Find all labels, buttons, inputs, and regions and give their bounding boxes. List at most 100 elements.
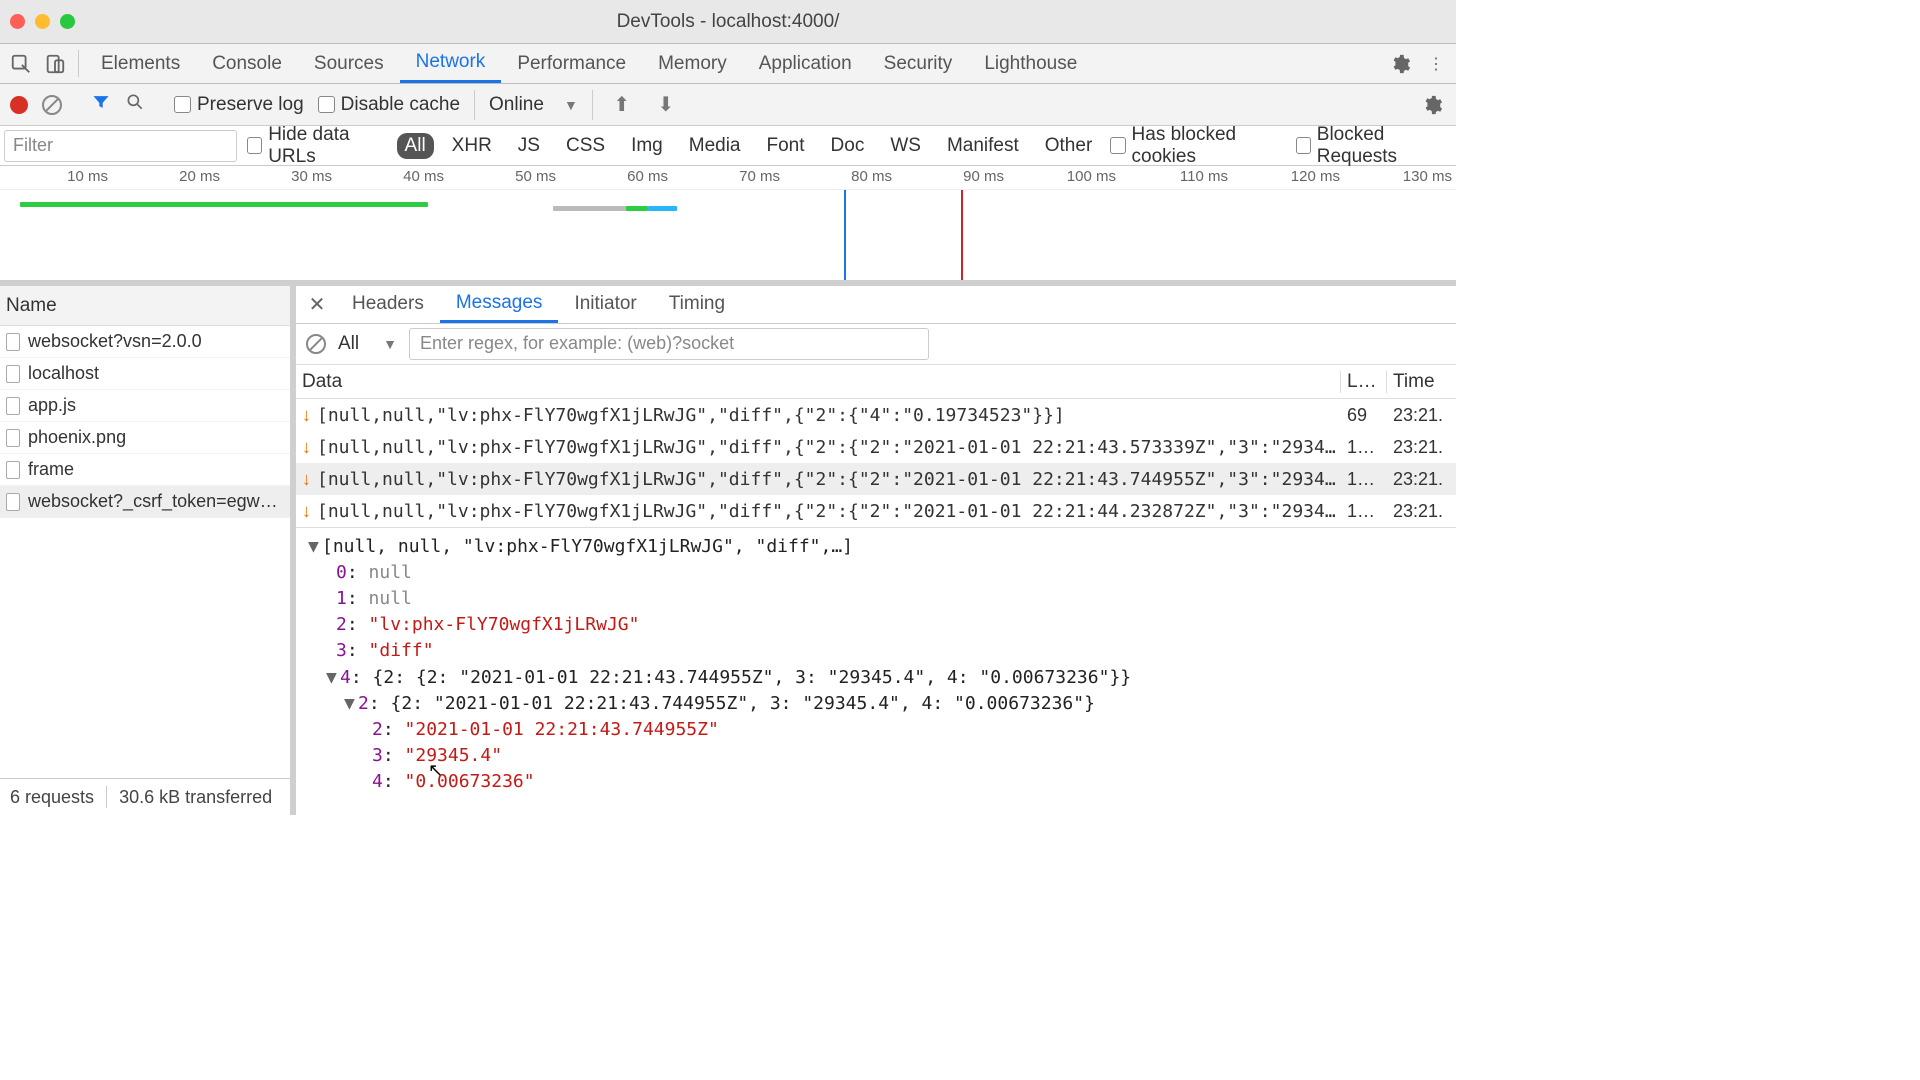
tab-performance[interactable]: Performance xyxy=(501,44,642,83)
filter-type-manifest[interactable]: Manifest xyxy=(939,133,1027,159)
timeline-tick: 120 ms xyxy=(1232,166,1344,189)
filter-type-ws[interactable]: WS xyxy=(882,133,929,159)
file-icon xyxy=(6,397,20,415)
length-column-header[interactable]: L… xyxy=(1340,371,1386,393)
filter-type-doc[interactable]: Doc xyxy=(823,133,873,159)
message-preview-tree[interactable]: ▼[null, null, "lv:phx-FlY70wgfX1jLRwJG",… xyxy=(296,527,1456,815)
more-icon[interactable]: ⋮ xyxy=(1422,50,1450,78)
request-row[interactable]: websocket?vsn=2.0.0 xyxy=(0,326,290,358)
main-tabbar: ElementsConsoleSourcesNetworkPerformance… xyxy=(0,44,1456,84)
filter-type-font[interactable]: Font xyxy=(759,133,813,159)
request-list-header[interactable]: Name xyxy=(0,286,290,326)
name-column-header: Name xyxy=(6,295,57,317)
message-length: 69 xyxy=(1340,405,1386,426)
filter-type-all[interactable]: All xyxy=(397,133,434,159)
status-transferred: 30.6 kB transferred xyxy=(119,787,272,808)
filter-type-media[interactable]: Media xyxy=(681,133,749,159)
close-detail-icon[interactable]: ✕ xyxy=(300,286,334,323)
search-icon[interactable] xyxy=(125,92,145,117)
time-column-header[interactable]: Time xyxy=(1386,371,1456,393)
inspect-element-icon[interactable] xyxy=(4,44,38,83)
request-name: frame xyxy=(28,459,74,480)
tab-lighthouse[interactable]: Lighthouse xyxy=(968,44,1093,83)
timeline-tick: 50 ms xyxy=(448,166,560,189)
request-row[interactable]: app.js xyxy=(0,390,290,422)
detail-tab-timing[interactable]: Timing xyxy=(653,286,741,323)
filter-input[interactable]: Filter xyxy=(4,130,237,162)
message-data: [null,null,"lv:phx-FlY70wgfX1jLRwJG","di… xyxy=(317,405,1340,426)
timeline-tick: 10 ms xyxy=(0,166,112,189)
tab-memory[interactable]: Memory xyxy=(642,44,743,83)
detail-tab-messages[interactable]: Messages xyxy=(440,286,559,323)
filter-type-js[interactable]: JS xyxy=(510,133,548,159)
record-button[interactable] xyxy=(10,96,28,114)
message-type-filter-value: All xyxy=(338,333,359,355)
request-name: websocket?_csrf_token=egw… xyxy=(28,491,278,512)
upload-har-icon[interactable]: ⬆ xyxy=(607,90,637,120)
message-length: 1… xyxy=(1340,501,1386,522)
tab-elements[interactable]: Elements xyxy=(85,44,196,83)
disable-cache-checkbox[interactable]: Disable cache xyxy=(318,94,460,116)
detail-tab-initiator[interactable]: Initiator xyxy=(558,286,652,323)
settings-icon[interactable] xyxy=(1386,50,1414,78)
file-icon xyxy=(6,333,20,351)
tab-application[interactable]: Application xyxy=(743,44,868,83)
blocked-requests-checkbox[interactable]: Blocked Requests xyxy=(1296,124,1452,168)
request-row[interactable]: websocket?_csrf_token=egw… xyxy=(0,486,290,518)
message-row[interactable]: ↓[null,null,"lv:phx-FlY70wgfX1jLRwJG","d… xyxy=(296,495,1456,527)
detail-tab-headers[interactable]: Headers xyxy=(336,286,440,323)
message-row[interactable]: ↓[null,null,"lv:phx-FlY70wgfX1jLRwJG","d… xyxy=(296,399,1456,431)
request-row[interactable]: frame xyxy=(0,454,290,486)
detail-pane: ✕ HeadersMessagesInitiatorTiming All ▼ E… xyxy=(296,286,1456,815)
request-name: localhost xyxy=(28,363,99,384)
checkbox-icon xyxy=(174,96,191,113)
request-row[interactable]: phoenix.png xyxy=(0,422,290,454)
tree-4-2-3: "29345.4" xyxy=(405,745,503,766)
window-title: DevTools - localhost:4000/ xyxy=(0,11,1456,33)
device-toolbar-icon[interactable] xyxy=(38,44,72,83)
timeline-tick: 60 ms xyxy=(560,166,672,189)
tab-sources[interactable]: Sources xyxy=(298,44,400,83)
tree-top: [null, null, "lv:phx-FlY70wgfX1jLRwJG", … xyxy=(322,536,853,557)
data-column-header[interactable]: Data xyxy=(296,371,1340,393)
preserve-log-checkbox[interactable]: Preserve log xyxy=(174,94,304,116)
timeline-tick: 20 ms xyxy=(112,166,224,189)
filter-type-xhr[interactable]: XHR xyxy=(444,133,500,159)
clear-messages-button[interactable] xyxy=(306,334,326,354)
timeline-tick: 110 ms xyxy=(1120,166,1232,189)
message-row[interactable]: ↓ [null,null,"lv:phx-FlY70wgfX1jLRwJG","d… xyxy=(296,431,1456,463)
filter-placeholder: Filter xyxy=(13,135,53,156)
network-settings-icon[interactable] xyxy=(1418,91,1446,119)
timeline-overview[interactable]: 10 ms20 ms30 ms40 ms50 ms60 ms70 ms80 ms… xyxy=(0,166,1456,286)
tab-console[interactable]: Console xyxy=(196,44,298,83)
has-blocked-cookies-checkbox[interactable]: Has blocked cookies xyxy=(1110,124,1285,168)
filter-type-other[interactable]: Other xyxy=(1037,133,1101,159)
message-time: 23:21. xyxy=(1386,405,1456,426)
divider xyxy=(106,786,107,808)
titlebar: DevTools - localhost:4000/ xyxy=(0,0,1456,44)
request-row[interactable]: localhost xyxy=(0,358,290,390)
message-row[interactable]: ↓[null,null,"lv:phx-FlY70wgfX1jLRwJG","d… xyxy=(296,463,1456,495)
tab-security[interactable]: Security xyxy=(868,44,969,83)
tab-network[interactable]: Network xyxy=(400,44,502,83)
filter-type-img[interactable]: Img xyxy=(623,133,671,159)
download-har-icon[interactable]: ⬇ xyxy=(651,90,681,120)
tree-0: null xyxy=(369,562,412,583)
filter-type-css[interactable]: CSS xyxy=(558,133,613,159)
checkbox-icon xyxy=(1110,137,1125,154)
timeline-bar xyxy=(648,206,677,211)
message-regex-input[interactable]: Enter regex, for example: (web)?socket xyxy=(409,328,929,360)
message-type-filter[interactable]: All ▼ xyxy=(338,333,397,355)
incoming-icon: ↓ xyxy=(302,437,311,458)
timeline-tick: 40 ms xyxy=(336,166,448,189)
detail-tabs: ✕ HeadersMessagesInitiatorTiming xyxy=(296,286,1456,324)
filter-icon[interactable] xyxy=(91,92,111,117)
throttling-select[interactable]: Online ▼ xyxy=(474,90,593,120)
incoming-icon: ↓ xyxy=(302,501,311,522)
message-data: [null,null,"lv:phx-FlY70wgfX1jLRwJG","di… xyxy=(317,437,1340,458)
hide-data-urls-checkbox[interactable]: Hide data URLs xyxy=(247,124,387,168)
tree-1: null xyxy=(369,588,412,609)
file-icon xyxy=(6,493,20,511)
throttling-value: Online xyxy=(489,94,544,116)
clear-button[interactable] xyxy=(42,95,62,115)
